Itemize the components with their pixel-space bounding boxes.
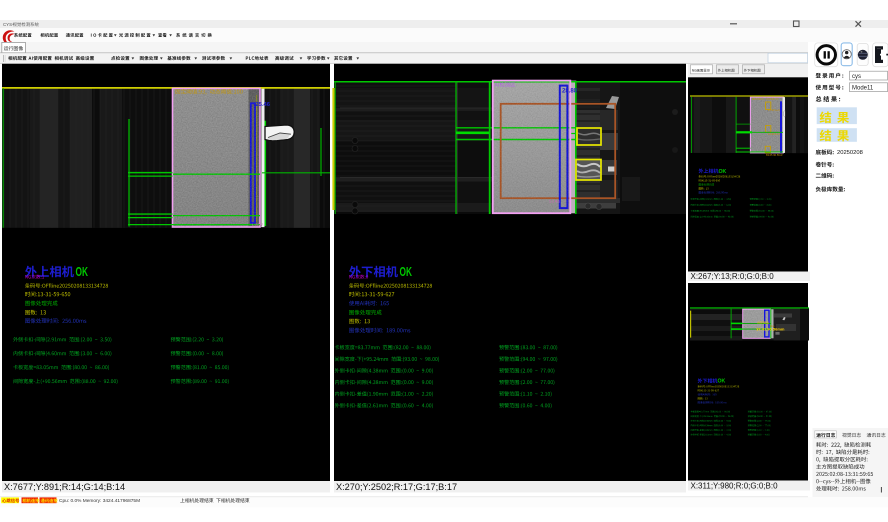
svg-text:X:270;Y:2502;R:17;G:17;B:17: X:270;Y:2502;R:17;G:17;B:17 (336, 482, 457, 492)
svg-text:83.05 90.56-R: 83.05 90.56-R (766, 153, 783, 157)
svg-text:Mode11: Mode11 (852, 86, 874, 92)
svg-text:OK: OK (719, 169, 727, 175)
svg-text:cys: cys (852, 74, 861, 80)
svg-text:L:83.7: L:83.7 (252, 222, 264, 227)
svg-text:20250208: 20250208 (837, 150, 863, 156)
svg-text:OK: OK (76, 264, 89, 279)
svg-text:Cpu: 0.0% Memory: 3424.4179687: Cpu: 0.0% Memory: 3424.41796875M (59, 498, 140, 504)
svg-text:OK: OK (718, 379, 726, 385)
svg-text:X:7677;Y:891;R:14;G:14;B:14: X:7677;Y:891;R:14;G:14;B:14 (4, 482, 125, 492)
svg-text:25.46: 25.46 (256, 102, 271, 108)
svg-text:28.80: 28.80 (562, 89, 578, 95)
svg-text:1.1 4.1: 1.1 4.1 (549, 200, 560, 204)
svg-text:OK: OK (400, 264, 413, 279)
svg-text:mm: mm (770, 325, 774, 328)
svg-text:CYS-: CYS- (3, 22, 14, 27)
svg-text:X:267;Y:13;R:0;G:0;B:0: X:267;Y:13;R:0;G:0;B:0 (691, 272, 775, 281)
svg-text:X:311;Y:980;R:0;G:0;B:0: X:311;Y:980;R:0;G:0;B:0 (691, 482, 779, 491)
